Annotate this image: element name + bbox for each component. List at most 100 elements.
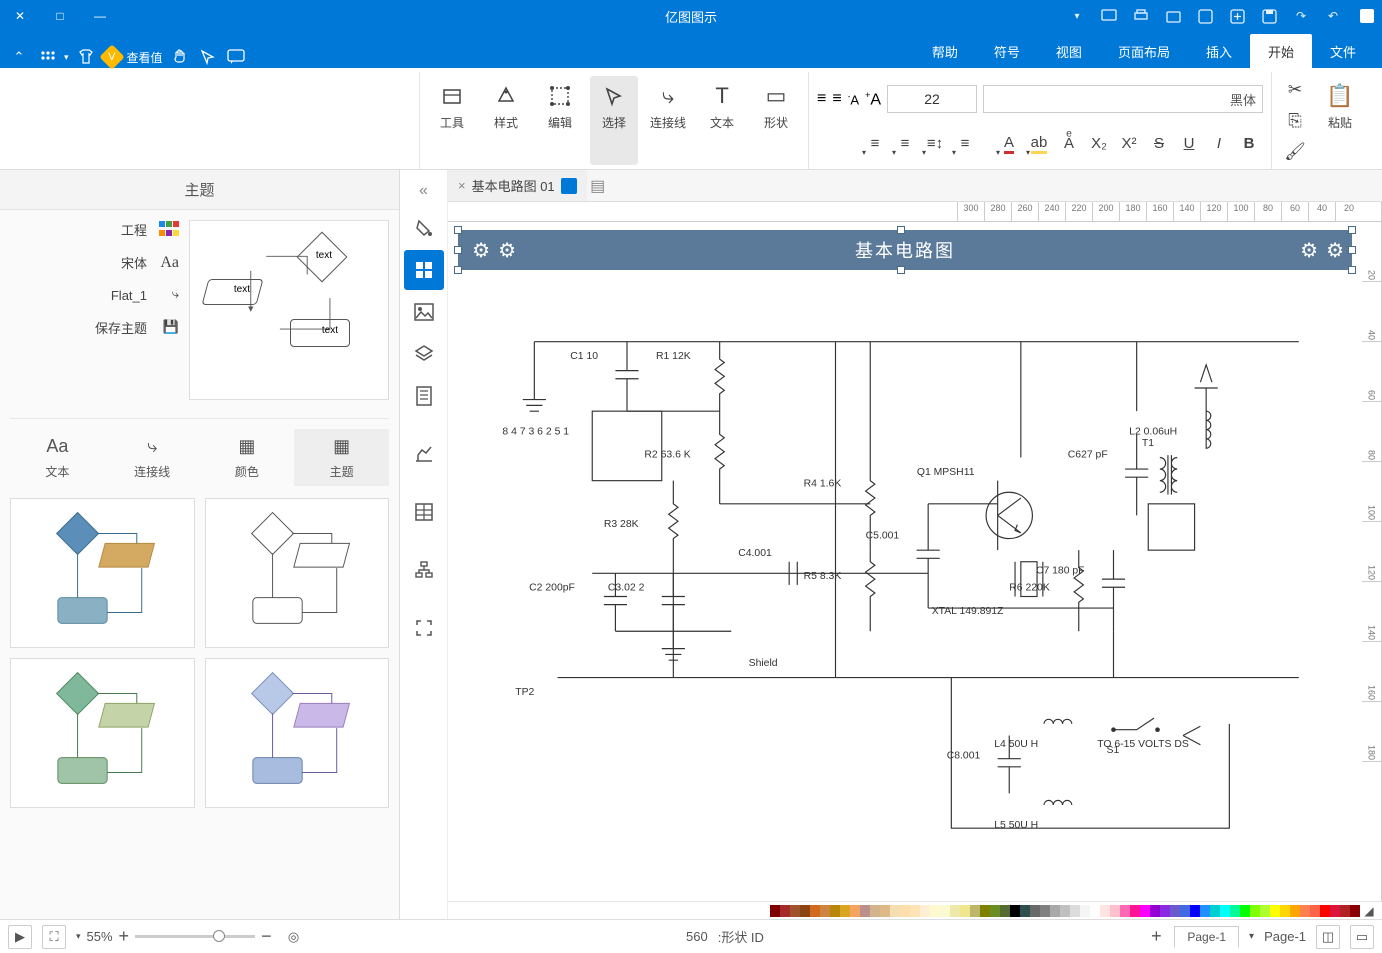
folder-icon[interactable] [1162,5,1184,27]
subtab-connector[interactable]: ⤷连接线 [105,429,200,486]
color-swatch[interactable] [1270,905,1280,917]
tab-view[interactable]: 视图 [1038,34,1100,68]
color-swatch[interactable] [1040,905,1050,917]
color-swatch[interactable] [820,905,830,917]
align-h2-button[interactable]: ≡ [817,90,826,108]
color-swatch[interactable] [1100,905,1110,917]
case-button[interactable]: Aͤ [1055,130,1083,158]
color-swatch[interactable] [1140,905,1150,917]
rail-layers-icon[interactable] [404,334,444,374]
color-swatch[interactable] [1060,905,1070,917]
eyedropper-icon[interactable]: ◢ [1360,904,1378,918]
tab-help[interactable]: 帮助 [914,34,976,68]
halign-button[interactable]: ≡ [861,130,889,158]
zoom-value[interactable]: 55% [87,929,113,944]
close-tab-icon[interactable]: × [458,178,466,193]
prop-connector[interactable]: ⤷Flat_1 [10,286,179,304]
rail-table-icon[interactable] [404,492,444,532]
present-icon[interactable]: ▶ [8,925,32,949]
collapse-ribbon-icon[interactable]: ⌃ [8,46,30,68]
shirt-icon[interactable] [75,46,97,68]
theme-preview[interactable]: text text text [189,220,389,400]
save-icon[interactable] [1258,5,1280,27]
select-button[interactable]: 选择 [590,76,638,165]
color-swatch[interactable] [1130,905,1140,917]
subtab-color[interactable]: ▦颜色 [200,429,295,486]
color-swatch[interactable] [1300,905,1310,917]
zoom-out-button[interactable]: − [261,926,272,947]
theme-thumb-3[interactable] [205,658,390,808]
color-swatch[interactable] [930,905,940,917]
color-swatch[interactable] [1110,905,1120,917]
theme-thumb-1[interactable] [205,498,390,648]
italic-button[interactable]: I [1205,130,1233,158]
copy-button[interactable]: ⎘ [1280,107,1310,134]
bullets-button[interactable]: ≡ [951,130,979,158]
toolbox-button[interactable]: 工具 [428,76,476,165]
color-swatch[interactable] [770,905,780,917]
color-swatch[interactable] [940,905,950,917]
zoom-in-button[interactable]: + [119,926,130,947]
color-swatch[interactable] [800,905,810,917]
color-swatch[interactable] [1310,905,1320,917]
zoom-slider[interactable] [135,935,255,938]
color-swatch[interactable] [990,905,1000,917]
line-spacing-button[interactable]: ↕≡ [921,130,949,158]
fullscreen-icon[interactable]: ⛶ [42,925,66,949]
text-button[interactable]: T文本 [698,76,746,165]
minimize-button[interactable]: — [80,0,120,32]
color-swatch[interactable] [900,905,910,917]
style-button[interactable]: 样式 [482,76,530,165]
layout-toggle-icon[interactable]: ▭ [1350,925,1374,949]
color-swatch[interactable] [1050,905,1060,917]
color-swatch[interactable] [1210,905,1220,917]
vip-badge-icon[interactable]: V [99,44,124,69]
color-swatch[interactable] [1030,905,1040,917]
connector-button[interactable]: ⤷连接线 [644,76,692,165]
export-icon[interactable] [1194,5,1216,27]
cursor2-icon[interactable] [197,46,219,68]
grow-font-button[interactable]: A+ [865,90,881,109]
close-button[interactable]: ✕ [0,0,40,32]
color-swatch[interactable] [840,905,850,917]
color-swatch[interactable] [870,905,880,917]
superscript-button[interactable]: X² [1115,130,1143,158]
color-swatch[interactable] [1280,905,1290,917]
color-swatch[interactable] [1020,905,1030,917]
prop-font[interactable]: Aa宋体 [10,253,179,272]
color-swatch[interactable] [1330,905,1340,917]
color-swatch[interactable] [970,905,980,917]
color-swatch[interactable] [1000,905,1010,917]
circuit-diagram[interactable]: C1 10 R1 12K 1 5 2 6 3 7 4 8 R2 63.6 K [488,312,1322,881]
color-swatch[interactable] [1160,905,1170,917]
drawing-canvas[interactable]: ⚙ ⚙ 基本电路图 ⚙ ⚙ [448,222,1362,901]
redo-icon[interactable]: ↷ [1290,5,1312,27]
color-swatch[interactable] [1340,905,1350,917]
maximize-button[interactable]: □ [40,0,80,32]
color-swatch[interactable] [1080,905,1090,917]
hand-icon[interactable] [169,46,191,68]
color-swatch[interactable] [830,905,840,917]
font-name-input[interactable] [983,85,1263,113]
canvas-title-banner[interactable]: ⚙ ⚙ 基本电路图 ⚙ ⚙ [458,230,1352,270]
font-size-input[interactable] [887,85,977,113]
shrink-font-button[interactable]: A- [848,92,859,107]
color-swatch[interactable] [1220,905,1230,917]
color-swatch[interactable] [890,905,900,917]
color-swatch[interactable] [1230,905,1240,917]
color-swatch[interactable] [1190,905,1200,917]
strike-button[interactable]: S [1145,130,1173,158]
color-swatch[interactable] [1240,905,1250,917]
tab-list-icon[interactable]: ▤ [587,176,609,196]
theme-thumb-2[interactable] [10,498,195,648]
color-swatch[interactable] [780,905,790,917]
add-page-button[interactable]: + [1144,925,1168,949]
page-tab-1[interactable]: Page-1 [1174,926,1239,948]
color-swatch[interactable] [1350,905,1360,917]
color-swatch[interactable] [810,905,820,917]
underline-button[interactable]: U [1175,130,1203,158]
rail-outline-icon[interactable] [404,376,444,416]
screen-icon[interactable] [1098,5,1120,27]
plus-icon[interactable] [1226,5,1248,27]
color-swatch[interactable] [1250,905,1260,917]
